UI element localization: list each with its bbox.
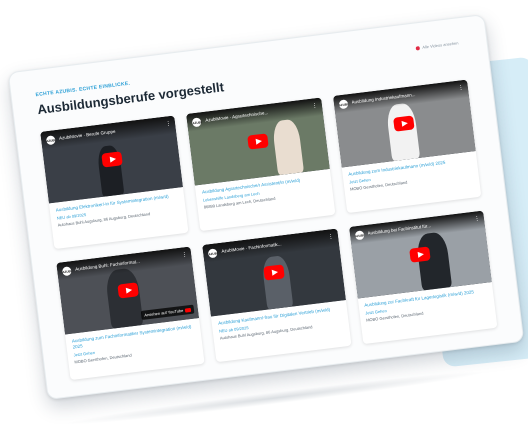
tablet-card: ECHTE AZUBIS. ECHTE EINBLICKE. Ausbildun… — [7, 13, 525, 401]
video-grid: AZUBI AzubiMovie · Berufe Gruppe ⋮ Ausbi… — [40, 79, 498, 381]
video-card-6[interactable]: AZUBI Ausbildung bei Fachinstitut für...… — [348, 210, 498, 345]
play-button-icon[interactable] — [100, 151, 123, 168]
more-menu-icon[interactable]: ⋮ — [327, 234, 334, 241]
play-button-icon[interactable] — [393, 115, 415, 132]
more-menu-icon[interactable]: ⋮ — [458, 85, 465, 92]
bullet-icon — [415, 45, 420, 51]
play-button-icon[interactable] — [263, 264, 285, 281]
play-button-icon[interactable] — [117, 282, 139, 299]
more-menu-icon[interactable]: ⋮ — [165, 121, 172, 128]
video-card-4[interactable]: AZUBI Ausbildung Buhl: Fachinformat... ⋮… — [56, 246, 205, 381]
more-menu-icon[interactable]: ⋮ — [311, 103, 318, 110]
more-menu-icon[interactable]: ⋮ — [181, 252, 188, 259]
video-card-2[interactable]: AZUBI AzubiMovie · Agrartechnische... ⋮ … — [186, 97, 336, 232]
play-button-icon[interactable] — [247, 133, 269, 150]
youtube-logo-icon — [185, 307, 192, 313]
video-card-1[interactable]: AZUBI AzubiMovie · Berufe Gruppe ⋮ Ausbi… — [40, 115, 189, 250]
play-button-icon[interactable] — [409, 246, 432, 263]
video-card-3[interactable]: AZUBI Ausbildung Industriekaufmann... ⋮ … — [332, 79, 482, 214]
video-card-5[interactable]: AZUBI AzubiMovie · Fachinformatik... ⋮ A… — [202, 228, 352, 363]
more-menu-icon[interactable]: ⋮ — [474, 216, 481, 223]
